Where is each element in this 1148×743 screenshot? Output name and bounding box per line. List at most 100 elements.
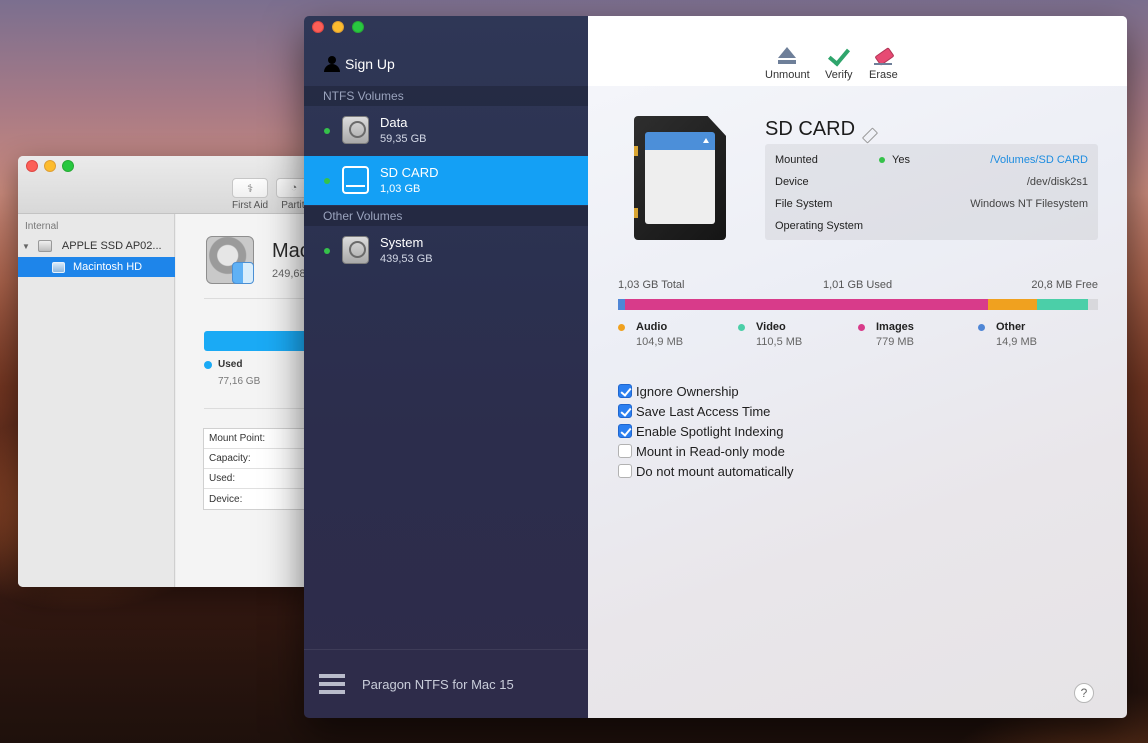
sidebar-item-data[interactable]: Data 59,35 GB [304, 106, 588, 155]
option-label: Do not mount automatically [636, 463, 794, 479]
toolbar: Unmount Verify Erase [588, 16, 1127, 86]
legend-dot [738, 324, 745, 331]
info-label: Operating System [775, 220, 864, 232]
mounted-status: Yes [879, 154, 910, 166]
checkbox[interactable] [618, 404, 632, 418]
total-size: 1,03 GB Total [618, 279, 685, 291]
sd-card-icon [634, 116, 726, 240]
sign-up-label: Sign Up [345, 56, 395, 72]
info-row-mount-point: Mount Point: [204, 429, 317, 449]
sidebar-footer: Paragon NTFS for Mac 15 [304, 649, 588, 718]
used-label: Used [218, 359, 243, 370]
close-button[interactable] [312, 21, 324, 33]
section-ntfs-volumes: NTFS Volumes [304, 86, 588, 106]
paragon-ntfs-window: Sign Up NTFS Volumes Data 59,35 GB SD CA… [304, 16, 1127, 718]
volume-icon [52, 261, 65, 273]
zoom-button[interactable] [352, 21, 364, 33]
erase-button[interactable]: Erase [869, 44, 898, 81]
checkbox[interactable] [618, 384, 632, 398]
legend-size: 104,9 MB [636, 336, 684, 348]
info-row-device: Device /dev/disk2s1 [775, 171, 1088, 193]
divider [204, 298, 318, 299]
sign-up-button[interactable]: Sign Up [324, 54, 395, 74]
disk-utility-detail: Mac 249,68 Used 77,16 GB Mount Point: Ca… [176, 214, 318, 587]
unmount-button[interactable]: Unmount [765, 44, 810, 81]
product-name: Paragon NTFS for Mac 15 [362, 677, 514, 692]
info-row-capacity: Capacity: [204, 449, 317, 469]
legend-dot [978, 324, 985, 331]
verify-button[interactable]: Verify [825, 44, 853, 81]
usage-stats: 1,03 GB Total 1,01 GB Used 20,8 MB Free [618, 279, 1098, 295]
legend-dot [618, 324, 625, 331]
info-row-device: Device: [209, 493, 243, 505]
usage-segment-audio [987, 299, 1037, 310]
volume-detail-pane: Unmount Verify Erase SD CARD Mounted Yes… [588, 16, 1127, 718]
mounted-state: Yes [892, 154, 910, 166]
mount-path-link[interactable]: /Volumes/SD CARD [990, 154, 1088, 166]
info-label: File System [775, 198, 833, 210]
checkbox[interactable] [618, 444, 632, 458]
stethoscope-icon: ⚕ [232, 178, 269, 198]
usage-bar [204, 331, 318, 351]
disk-name: APPLE SSD AP02... [61, 240, 162, 252]
option-mount-in-read-only-mode[interactable]: Mount in Read-only mode [618, 442, 785, 460]
info-table: Mount Point: Capacity: Used: Device: [203, 428, 318, 510]
paragon-logo-icon [319, 674, 345, 694]
volumes-sidebar: Sign Up NTFS Volumes Data 59,35 GB SD CA… [304, 16, 588, 718]
volume-title: SD CARD [765, 118, 856, 140]
info-value: /dev/disk2s1 [1026, 176, 1088, 188]
first-aid-button[interactable]: ⚕ First Aid [232, 178, 268, 211]
mounted-status-dot [324, 177, 330, 184]
legend-size: 779 MB [876, 336, 914, 348]
volume-name: Data [380, 115, 408, 130]
user-icon [324, 56, 340, 72]
used-value: 77,16 GB [218, 376, 261, 387]
pencil-icon[interactable] [861, 127, 879, 144]
eject-icon [777, 46, 797, 66]
usage-segment-video [1036, 299, 1088, 310]
mounted-status-dot [879, 157, 885, 163]
info-label: Mounted [775, 154, 818, 166]
info-row-operating-system: Operating System [775, 215, 1088, 237]
used-size: 1,01 GB Used [823, 279, 893, 291]
sd-card-notch [634, 208, 638, 218]
option-do-not-mount-automatically[interactable]: Do not mount automatically [618, 462, 794, 480]
info-label: Device [775, 176, 809, 188]
minimize-button[interactable] [332, 21, 344, 33]
close-button[interactable] [26, 160, 38, 172]
volume-size: 1,03 GB [380, 183, 421, 195]
help-button[interactable]: ? [1074, 683, 1094, 703]
sidebar-item-macintosh-hd[interactable]: Macintosh HD [18, 257, 175, 277]
legend-label: Video [756, 321, 786, 333]
volume-size: 59,35 GB [380, 133, 427, 145]
volume-size: 439,53 GB [380, 253, 433, 265]
checkmark-icon [828, 46, 850, 66]
zoom-button[interactable] [62, 160, 74, 172]
sd-card-icon [342, 166, 369, 194]
mounted-status-dot [324, 247, 330, 254]
usage-bar [618, 299, 1098, 310]
sidebar-item-sd-card[interactable]: SD CARD 1,03 GB [304, 156, 588, 205]
legend-dot [858, 324, 865, 331]
disclosure-triangle-icon[interactable]: ▼ [22, 242, 30, 251]
minimize-button[interactable] [44, 160, 56, 172]
sidebar-item-disk[interactable]: ▼ APPLE SSD AP02... [22, 236, 162, 256]
option-ignore-ownership[interactable]: Ignore Ownership [618, 382, 739, 400]
option-enable-spotlight-indexing[interactable]: Enable Spotlight Indexing [618, 422, 783, 440]
internal-disk-icon [37, 240, 52, 252]
option-save-last-access-time[interactable]: Save Last Access Time [618, 402, 770, 420]
checkbox[interactable] [618, 424, 632, 438]
option-label: Ignore Ownership [636, 383, 739, 399]
sd-card-label [645, 132, 715, 224]
window-controls [312, 21, 364, 33]
disk-utility-window: ⚕ First Aid ◔ Partiti Internal ▼ APPLE S… [18, 156, 318, 587]
sd-card-notch [634, 146, 638, 156]
legend-size: 110,5 MB [756, 336, 803, 348]
used-dot [204, 360, 212, 369]
sidebar-item-system[interactable]: System 439,53 GB [304, 226, 588, 275]
volume-capacity: 249,68 [272, 268, 306, 280]
volume-name: Macintosh HD [73, 261, 143, 273]
checkbox[interactable] [618, 464, 632, 478]
volume-info-panel: Mounted Yes /Volumes/SD CARD Device /dev… [765, 144, 1098, 240]
legend-label: Images [876, 321, 914, 333]
